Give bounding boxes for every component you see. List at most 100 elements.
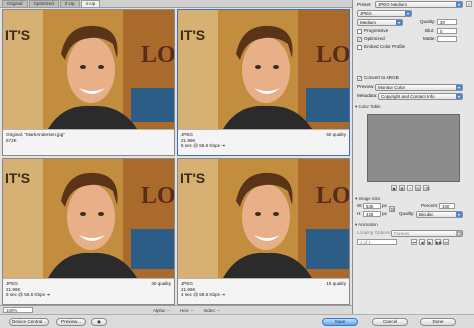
tab-original[interactable]: Original [2,0,28,7]
done-button[interactable]: Done [420,318,456,326]
convert-srgb-label: Convert to sRGB [364,75,399,80]
preview-value: Monitor Color [378,85,406,90]
pane-time: 5 sec @ 56.6 Kbps ⇥ [181,143,226,149]
save-button[interactable]: Save [322,318,358,326]
pane-info: JPEG 21.96K 5 sec @ 56.6 Kbps ⇥ 60 quali… [178,129,349,155]
browser-icon[interactable]: ◉ [91,318,107,326]
height-input[interactable]: 428 [363,211,381,217]
delete-color-icon[interactable]: ▤ [415,185,421,191]
matte-select[interactable] [437,36,457,42]
alpha-readout: Alpha: -- [153,307,171,313]
svg-text:IT'S: IT'S [180,27,205,43]
trash-icon[interactable]: ⌫ [423,185,430,191]
height-label: H: [357,211,362,216]
animation-heading[interactable]: ▾ Animation [355,222,472,227]
progressive-label: Progressive [364,28,389,33]
chevron-down-icon: ▾ [456,85,462,90]
format-select[interactable]: JPEG ▾ [357,10,412,17]
svg-text:IT'S: IT'S [5,170,30,186]
device-central-button[interactable]: Device Central... [9,318,49,326]
metadata-value: Copyright and Contact Info [381,94,435,99]
pane-size: 672K [6,137,17,143]
chevron-down-icon: ▾ [456,2,462,7]
add-color-icon[interactable]: + [407,185,413,191]
metadata-select[interactable]: Copyright and Contact Info ▾ [378,93,463,100]
color-table[interactable] [367,114,460,182]
chevron-down-icon: ▾ [456,231,462,236]
embed-profile-checkbox[interactable] [357,45,362,50]
pane-info: JPEG 21.96K 4 sec @ 56.6 Kbps ⇥ 15 quali… [178,278,349,304]
resample-quality-label: Quality: [399,211,415,216]
chevron-down-icon: ▾ [405,11,411,16]
quality-input[interactable]: 30 [437,19,457,25]
matte-label: Matte: [423,36,436,41]
looping-value: Forever [394,231,410,236]
optimized-label: Optimized [364,36,385,41]
pane-info: Original: "MarkAndersen.jpg" 672K [3,129,174,155]
view-tabs: Original Optimized 2-Up 4-Up [0,0,352,8]
metadata-label: Metadata: [357,93,378,98]
height-unit: px [382,211,387,216]
preview-select[interactable]: Monitor Color ▾ [375,84,463,91]
play-icon[interactable]: ▶ [427,239,433,245]
portrait-image: IT'S LO [178,10,349,129]
lock-icon[interactable]: ▣ [391,185,397,191]
preview-button[interactable]: Preview... [56,318,86,326]
convert-srgb-checkbox[interactable]: ✓ [357,76,362,81]
menu-icon[interactable]: ≡ [466,1,472,7]
next-frame-icon[interactable]: ▶▶ [435,239,442,245]
width-input[interactable]: 535 [363,203,381,209]
cancel-button[interactable]: Cancel [372,318,408,326]
tab-2-up[interactable]: 2-Up [59,0,80,7]
chevron-down-icon: ▾ [396,20,402,25]
link-icon[interactable]: ⛓ [389,206,395,212]
last-frame-icon[interactable]: ⏭ [443,239,449,245]
blur-input[interactable]: 0 [437,28,457,34]
progressive-checkbox[interactable] [357,29,362,34]
svg-text:LO: LO [316,42,349,68]
first-frame-icon[interactable]: ⏮ [411,239,417,245]
preview-grid: IT'S LO Original: "MarkAndersen.jpg" 672… [2,9,351,305]
preview-pane-original[interactable]: IT'S LO Original: "MarkAndersen.jpg" 672… [2,9,175,156]
svg-text:LO: LO [141,183,174,209]
image-size-title: Image Size [358,196,381,201]
percent-input[interactable]: 100 [439,203,455,209]
index-readout: Index: -- [203,307,221,313]
resample-quality-value: Bicubic [419,212,434,217]
preset-select[interactable]: JPEG Medium ▾ [375,1,463,8]
pane-quality: 15 quality [326,281,346,286]
status-bar: 100% Alpha: -- Hex: -- Index: -- [0,305,352,314]
preset-value: JPEG Medium [378,2,408,7]
preview-pane-15-quality[interactable]: IT'S LO JPEG 21.96K 4 sec @ 56.6 Kbps ⇥ … [177,158,350,305]
portrait-image: IT'S LO [3,159,174,278]
width-unit: px [382,203,387,208]
embed-profile-label: Embed Color Profile [364,44,406,49]
svg-text:IT'S: IT'S [180,170,205,186]
looping-label: Looping Options: [357,230,392,235]
snap-icon[interactable]: ▦ [399,185,405,191]
format-value: JPEG [360,11,372,16]
pane-quality: 60 quality [326,132,346,137]
chevron-down-icon: ▾ [456,212,462,217]
chevron-down-icon: ▾ [456,94,462,99]
prev-frame-icon[interactable]: ◀ [419,239,425,245]
quality-level-value: Medium [360,20,377,25]
looping-select[interactable]: Forever ▾ [391,230,463,237]
quality-level-select[interactable]: Medium ▾ [357,19,403,26]
settings-panel: Preset: JPEG Medium ▾ ≡ JPEG ▾ Medium ▾ Qua… [352,0,474,314]
pane-info: JPEG 21.96K 5 sec @ 56.6 Kbps ⇥ 30 quali… [3,278,174,304]
quality-label: Quality: [420,19,436,24]
preview-pane-60-quality[interactable]: IT'S LO JPEG 21.96K 5 sec @ 56.6 Kbps ⇥ … [177,9,350,156]
preview-label: Preview: [357,84,375,89]
preset-label: Preset: [357,2,372,7]
image-size-heading[interactable]: ▾ Image Size [355,196,472,201]
preview-pane-30-quality[interactable]: IT'S LO JPEG 21.96K 5 sec @ 56.6 Kbps ⇥ … [2,158,175,305]
color-table-heading[interactable]: ▾ Color Table [355,104,472,109]
zoom-level[interactable]: 100% [3,307,33,313]
tab-4-up[interactable]: 4-Up [80,0,101,7]
resample-quality-select[interactable]: Bicubic ▾ [416,211,463,218]
svg-text:IT'S: IT'S [5,27,30,43]
optimized-checkbox[interactable]: ✓ [357,37,362,42]
bottom-button-bar: Device Central... Preview... ◉ Save Canc… [0,314,474,328]
tab-optimized[interactable]: Optimized [28,0,59,7]
